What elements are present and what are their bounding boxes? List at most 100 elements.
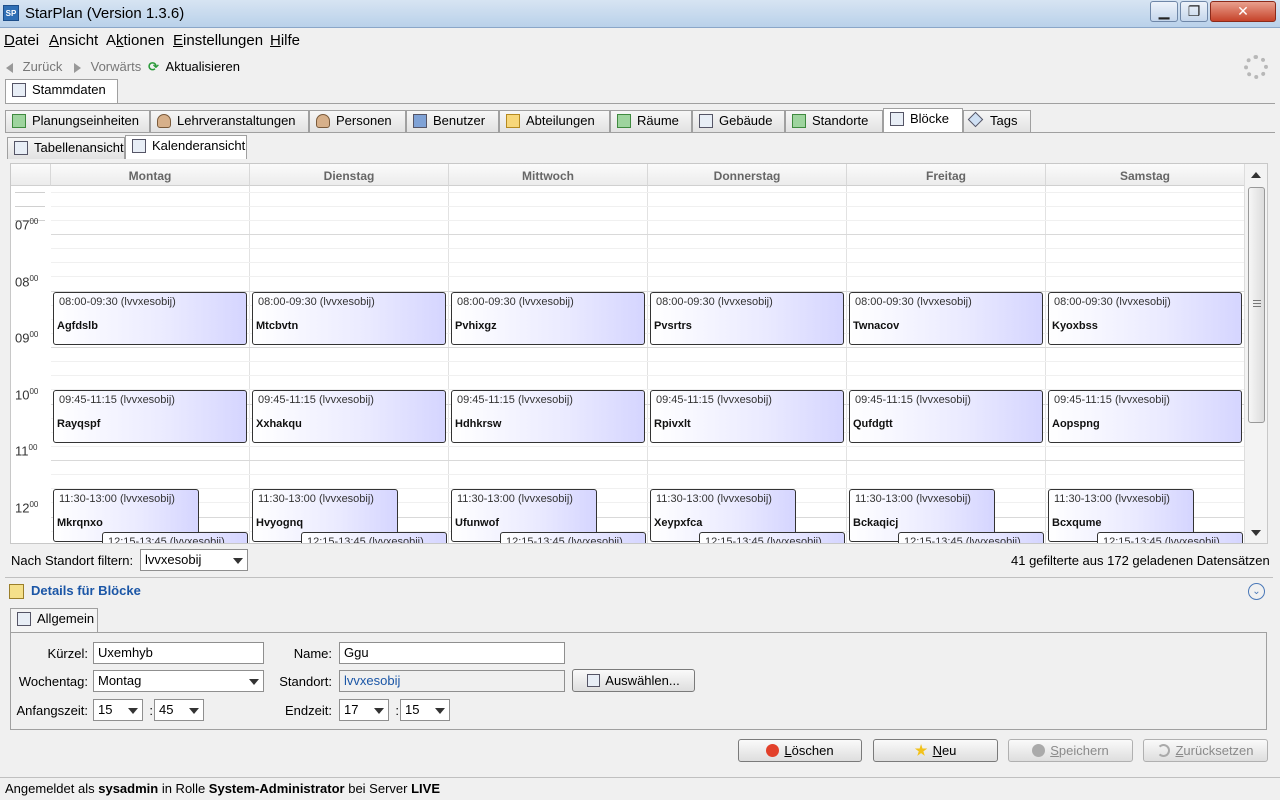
calendar-event[interactable]: 09:45-11:15 (lvvxesobij) Xxhakqu (252, 390, 446, 444)
calendar-icon (132, 139, 146, 153)
standort-filter-select[interactable]: lvvxesobij (140, 549, 248, 571)
tab-stammdaten[interactable]: Stammdaten (5, 79, 118, 103)
tab-planungseinheiten[interactable]: Planungseinheiten (5, 110, 150, 132)
event-time: 09:45-11:15 (lvvxesobij) (59, 394, 175, 407)
event-name: Aopspng (1052, 418, 1100, 431)
building-icon (699, 114, 713, 128)
menu-ansicht[interactable]: Ansicht (49, 32, 98, 49)
forward-button[interactable]: Vorwärts (74, 59, 141, 74)
tab-kalenderansicht[interactable]: Kalenderansicht (125, 135, 247, 159)
day-column-divider (846, 186, 847, 543)
scroll-up-icon[interactable] (1251, 172, 1261, 178)
loading-spinner-icon (1244, 55, 1268, 79)
reset-button[interactable]: Zurücksetzen (1143, 739, 1268, 762)
kuerzel-field[interactable]: Uxemhyb (93, 642, 264, 664)
calendar-event[interactable]: 09:45-11:15 (lvvxesobij) Qufdgtt (849, 390, 1043, 444)
close-button[interactable]: ✕ (1210, 1, 1276, 22)
new-button[interactable]: Neu (873, 739, 998, 762)
endzeit-hour-select[interactable]: 17 (339, 699, 389, 721)
event-name: Agfdslb (57, 319, 98, 332)
hour-label-12: 1200 (15, 499, 39, 515)
calendar-event[interactable]: 09:45-11:15 (lvvxesobij) Aopspng (1048, 390, 1242, 444)
chevron-down-icon (249, 679, 259, 685)
delete-button[interactable]: Löschen (738, 739, 862, 762)
divider (5, 132, 1275, 133)
vertical-scrollbar[interactable] (1244, 164, 1267, 543)
event-name: Mtcbvtn (256, 319, 299, 332)
calendar-event[interactable]: 08:00-09:30 (lvvxesobij) Pvsrtrs (650, 291, 844, 345)
calendar-event[interactable]: 08:00-09:30 (lvvxesobij) Mtcbvtn (252, 291, 446, 345)
calendar-event[interactable]: 12:15-13:45 (lvvxesobij)Tuvoizqd (699, 531, 845, 543)
calendar-event[interactable]: 08:00-09:30 (lvvxesobij) Pvhixgz (451, 291, 645, 345)
event-time: 08:00-09:30 (lvvxesobij) (855, 295, 972, 308)
auswaehlen-button[interactable]: Auswählen... (572, 669, 695, 692)
calendar-event[interactable]: 09:45-11:15 (lvvxesobij) Rayqspf (53, 390, 247, 444)
calendar-event[interactable]: 08:00-09:30 (lvvxesobij) Agfdslb (53, 291, 247, 345)
tab-abteilungen[interactable]: Abteilungen (499, 110, 610, 132)
tab-standorte[interactable]: Standorte (785, 110, 883, 132)
tab-benutzer[interactable]: Benutzer (406, 110, 499, 132)
calendar-event[interactable]: 12:15-13:45 (lvvxesobij)Mhuknwko (301, 531, 447, 543)
tab-personen[interactable]: Personen (309, 110, 406, 132)
tab-allgemein[interactable]: Allgemein (10, 608, 98, 632)
edit-icon (9, 584, 24, 599)
calendar-event[interactable]: 08:00-09:30 (lvvxesobij) Kyoxbss (1048, 291, 1242, 345)
event-time: 11:30-13:00 (lvvxesobij) (855, 493, 971, 506)
status-bar: Angemeldet als sysadmin in Rolle System-… (0, 777, 1280, 800)
view-tabstrip: Tabellenansicht Kalenderansicht (7, 135, 507, 159)
form-icon (17, 612, 31, 626)
time-separator: : (395, 703, 399, 718)
menu-datei[interactable]: Datei (4, 32, 39, 49)
tab-lehrveranstaltungen[interactable]: Lehrveranstaltungen (150, 110, 309, 132)
anfangszeit-hour-select[interactable]: 15 (93, 699, 143, 721)
calendar-event[interactable]: 09:45-11:15 (lvvxesobij) Rpivxlt (650, 390, 844, 444)
tab-bloecke[interactable]: Blöcke (883, 108, 963, 132)
tab-raeume[interactable]: Räume (610, 110, 692, 132)
time-gridline (51, 191, 1245, 193)
event-time: 11:30-13:00 (lvvxesobij) (457, 493, 573, 506)
event-time: 11:30-13:00 (lvvxesobij) (59, 493, 175, 506)
calendar-event[interactable]: 12:15-13:45 (lvvxesobij)Xuooeqxf (500, 531, 646, 544)
tab-gebaeude[interactable]: Gebäude (692, 110, 785, 132)
menu-einstellungen[interactable]: Einstellungen (173, 32, 263, 49)
chevron-down-icon (435, 708, 445, 714)
event-time: 09:45-11:15 (lvvxesobij) (855, 394, 971, 407)
calendar-event[interactable]: 09:45-11:15 (lvvxesobij) Hdhkrsw (451, 390, 645, 444)
scroll-thumb[interactable] (1248, 187, 1265, 423)
event-time: 09:45-11:15 (lvvxesobij) (258, 394, 374, 407)
divider (5, 577, 1273, 578)
event-name: Xxhakqu (256, 418, 302, 431)
status-role: System-Administrator (208, 781, 345, 796)
wochentag-select[interactable]: Montag (93, 670, 264, 692)
minimize-button[interactable]: ▁ (1150, 1, 1178, 22)
calendar-event[interactable]: 12:15-13:45 (lvvxesobij)Mxwtgeys (898, 531, 1044, 543)
scroll-down-icon[interactable] (1251, 530, 1261, 536)
tab-tabellenansicht[interactable]: Tabellenansicht (7, 137, 125, 159)
refresh-button[interactable]: ⟳ Aktualisieren (148, 59, 240, 75)
calendar-event[interactable]: 12:15-13:45 (lvvxesobij)Vnishiif (102, 531, 248, 544)
event-name: Kyoxbss (1052, 319, 1098, 332)
filter-label: Nach Standort filtern: (11, 553, 134, 568)
menu-hilfe[interactable]: Hilfe (270, 32, 300, 49)
time-gridline (51, 219, 1245, 221)
event-time: 12:15-13:45 (lvvxesobij) (506, 535, 623, 544)
event-name: Bcxqume (1052, 517, 1102, 530)
collapse-icon[interactable]: ⌄ (1248, 583, 1265, 600)
delete-icon (766, 744, 780, 757)
event-name: Hdhkrsw (455, 418, 502, 431)
status-user: sysadmin (98, 781, 159, 796)
calendar-icon (890, 112, 904, 126)
calendar-event[interactable]: 08:00-09:30 (lvvxesobij) Twnacov (849, 291, 1043, 345)
tab-tags[interactable]: Tags (963, 110, 1031, 132)
maximize-button[interactable]: ❐ (1180, 1, 1208, 22)
event-time: 12:15-13:45 (lvvxesobij) (108, 535, 225, 544)
time-separator: : (149, 703, 153, 718)
anfangszeit-minute-select[interactable]: 45 (154, 699, 204, 721)
back-button[interactable]: Zurück (6, 59, 62, 74)
save-button[interactable]: Speichern (1008, 739, 1133, 762)
menu-aktionen[interactable]: Aktionen (106, 32, 164, 49)
endzeit-minute-select[interactable]: 15 (400, 699, 450, 721)
calendar-event[interactable]: 12:15-13:45 (lvvxesobij)Mteyqono (1097, 531, 1243, 543)
name-field[interactable]: Ggu (339, 642, 565, 664)
event-name: Hvyognq (256, 517, 304, 530)
